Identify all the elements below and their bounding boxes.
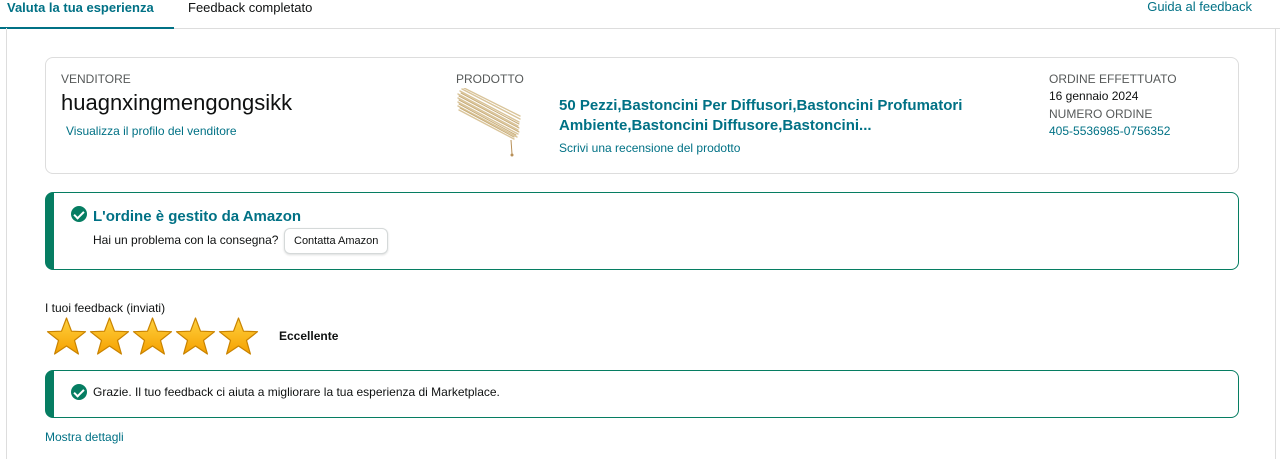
product-title-link[interactable]: 50 Pezzi,Bastoncini Per Diffusori,Baston…: [559, 96, 1009, 136]
star-icon[interactable]: [217, 316, 260, 358]
star-icon[interactable]: [88, 316, 131, 358]
order-handled-alert: L'ordine è gestito da Amazon Hai un prob…: [45, 192, 1239, 270]
order-placed-label: ORDINE EFFETTUATO: [1049, 72, 1177, 86]
star-icon[interactable]: [131, 316, 174, 358]
feedback-help-link[interactable]: Guida al feedback: [1147, 0, 1252, 14]
tab-rate-experience[interactable]: Valuta la tua esperienza: [0, 0, 174, 29]
seller-profile-link[interactable]: Visualizza il profilo del venditore: [66, 124, 237, 138]
seller-name: huagnxingmengongsikk: [61, 90, 293, 115]
feedback-label: I tuoi feedback (inviati): [45, 301, 166, 315]
tab-bar: Valuta la tua esperienza Feedback comple…: [0, 0, 1280, 29]
feedback-thanks-alert: Grazie. Il tuo feedback ci aiuta a migli…: [45, 370, 1239, 418]
star-rating[interactable]: [45, 316, 260, 358]
alert-text: Hai un problema con la consegna?: [93, 233, 279, 247]
star-icon[interactable]: [45, 316, 88, 358]
thanks-message: Grazie. Il tuo feedback ci aiuta a migli…: [93, 385, 500, 399]
rating-text: Eccellente: [279, 329, 339, 343]
alert-title: L'ordine è gestito da Amazon: [93, 208, 302, 225]
order-number-label: NUMERO ORDINE: [1049, 107, 1153, 121]
product-thumbnail[interactable]: [456, 88, 522, 158]
seller-label: VENDITORE: [61, 72, 131, 86]
write-product-review-link[interactable]: Scrivi una recensione del prodotto: [559, 141, 740, 155]
tab-feedback-completed[interactable]: Feedback completato: [188, 0, 312, 29]
order-info-card: VENDITORE huagnxingmengongsikk Visualizz…: [45, 57, 1239, 174]
star-icon[interactable]: [174, 316, 217, 358]
order-number-link[interactable]: 405-5536985-0756352: [1049, 124, 1170, 138]
contact-amazon-button[interactable]: Contatta Amazon: [284, 228, 389, 254]
check-circle-icon: [71, 206, 87, 222]
show-details-link[interactable]: Mostra dettagli: [45, 430, 124, 444]
product-label: PRODOTTO: [456, 72, 524, 86]
check-circle-icon: [71, 384, 87, 400]
order-date: 16 gennaio 2024: [1049, 89, 1139, 103]
